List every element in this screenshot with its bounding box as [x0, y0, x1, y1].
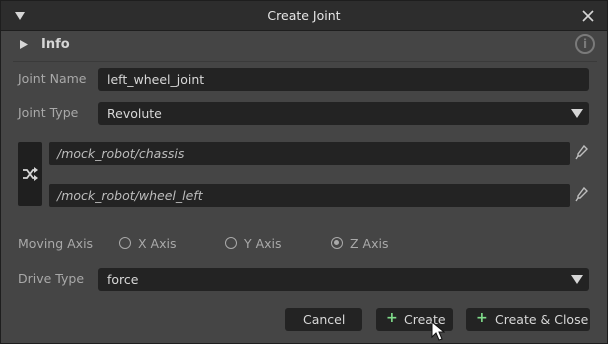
- drive-type-value: force: [107, 272, 139, 287]
- plus-icon: +: [476, 310, 488, 326]
- shuffle-icon: [23, 167, 38, 181]
- cancel-label: Cancel: [303, 312, 346, 327]
- child-path-input[interactable]: /mock_robot/wheel_left: [49, 184, 570, 207]
- dialog-title: Create Joint: [267, 8, 341, 23]
- create-joint-dialog: Create Joint Info i Joint Name left_whee…: [0, 0, 608, 344]
- joint-name-label: Joint Name: [18, 71, 87, 86]
- radio-circle-icon[interactable]: [119, 237, 131, 249]
- radio-selected-icon[interactable]: [331, 237, 343, 249]
- radio-circle-icon[interactable]: [225, 237, 237, 249]
- create-close-label: Create & Close: [495, 312, 589, 327]
- chevron-down-icon: [571, 109, 583, 118]
- divider: [13, 61, 597, 62]
- triangle-right-icon[interactable]: [19, 39, 29, 50]
- title-bar: Create Joint: [1, 1, 607, 31]
- joint-type-value: Revolute: [107, 106, 162, 121]
- close-icon[interactable]: [581, 9, 595, 23]
- joint-name-input[interactable]: left_wheel_joint: [98, 68, 589, 91]
- eyedropper-icon[interactable]: [575, 186, 589, 202]
- drive-type-dropdown[interactable]: force: [98, 268, 589, 291]
- create-close-button[interactable]: + Create & Close: [466, 308, 590, 331]
- info-label: Info: [41, 37, 70, 52]
- swap-button[interactable]: [18, 142, 42, 206]
- moving-axis-label: Moving Axis: [18, 236, 94, 251]
- cancel-button[interactable]: Cancel: [285, 308, 362, 331]
- parent-path-value: /mock_robot/chassis: [57, 146, 185, 161]
- chevron-down-icon: [571, 275, 583, 284]
- joint-type-label: Joint Type: [18, 105, 79, 120]
- x-axis-label: X Axis: [138, 236, 177, 251]
- parent-path-input[interactable]: /mock_robot/chassis: [49, 142, 570, 165]
- drive-type-label: Drive Type: [18, 271, 85, 286]
- mouse-cursor-icon: [431, 321, 445, 341]
- info-section-header[interactable]: Info i: [13, 34, 597, 56]
- joint-name-value: left_wheel_joint: [107, 72, 205, 87]
- plus-icon: +: [386, 310, 398, 326]
- z-axis-label: Z Axis: [350, 236, 389, 251]
- info-icon[interactable]: i: [575, 34, 595, 54]
- y-axis-label: Y Axis: [244, 236, 282, 251]
- joint-type-dropdown[interactable]: Revolute: [98, 102, 589, 125]
- eyedropper-icon[interactable]: [575, 144, 589, 160]
- child-path-value: /mock_robot/wheel_left: [57, 188, 203, 203]
